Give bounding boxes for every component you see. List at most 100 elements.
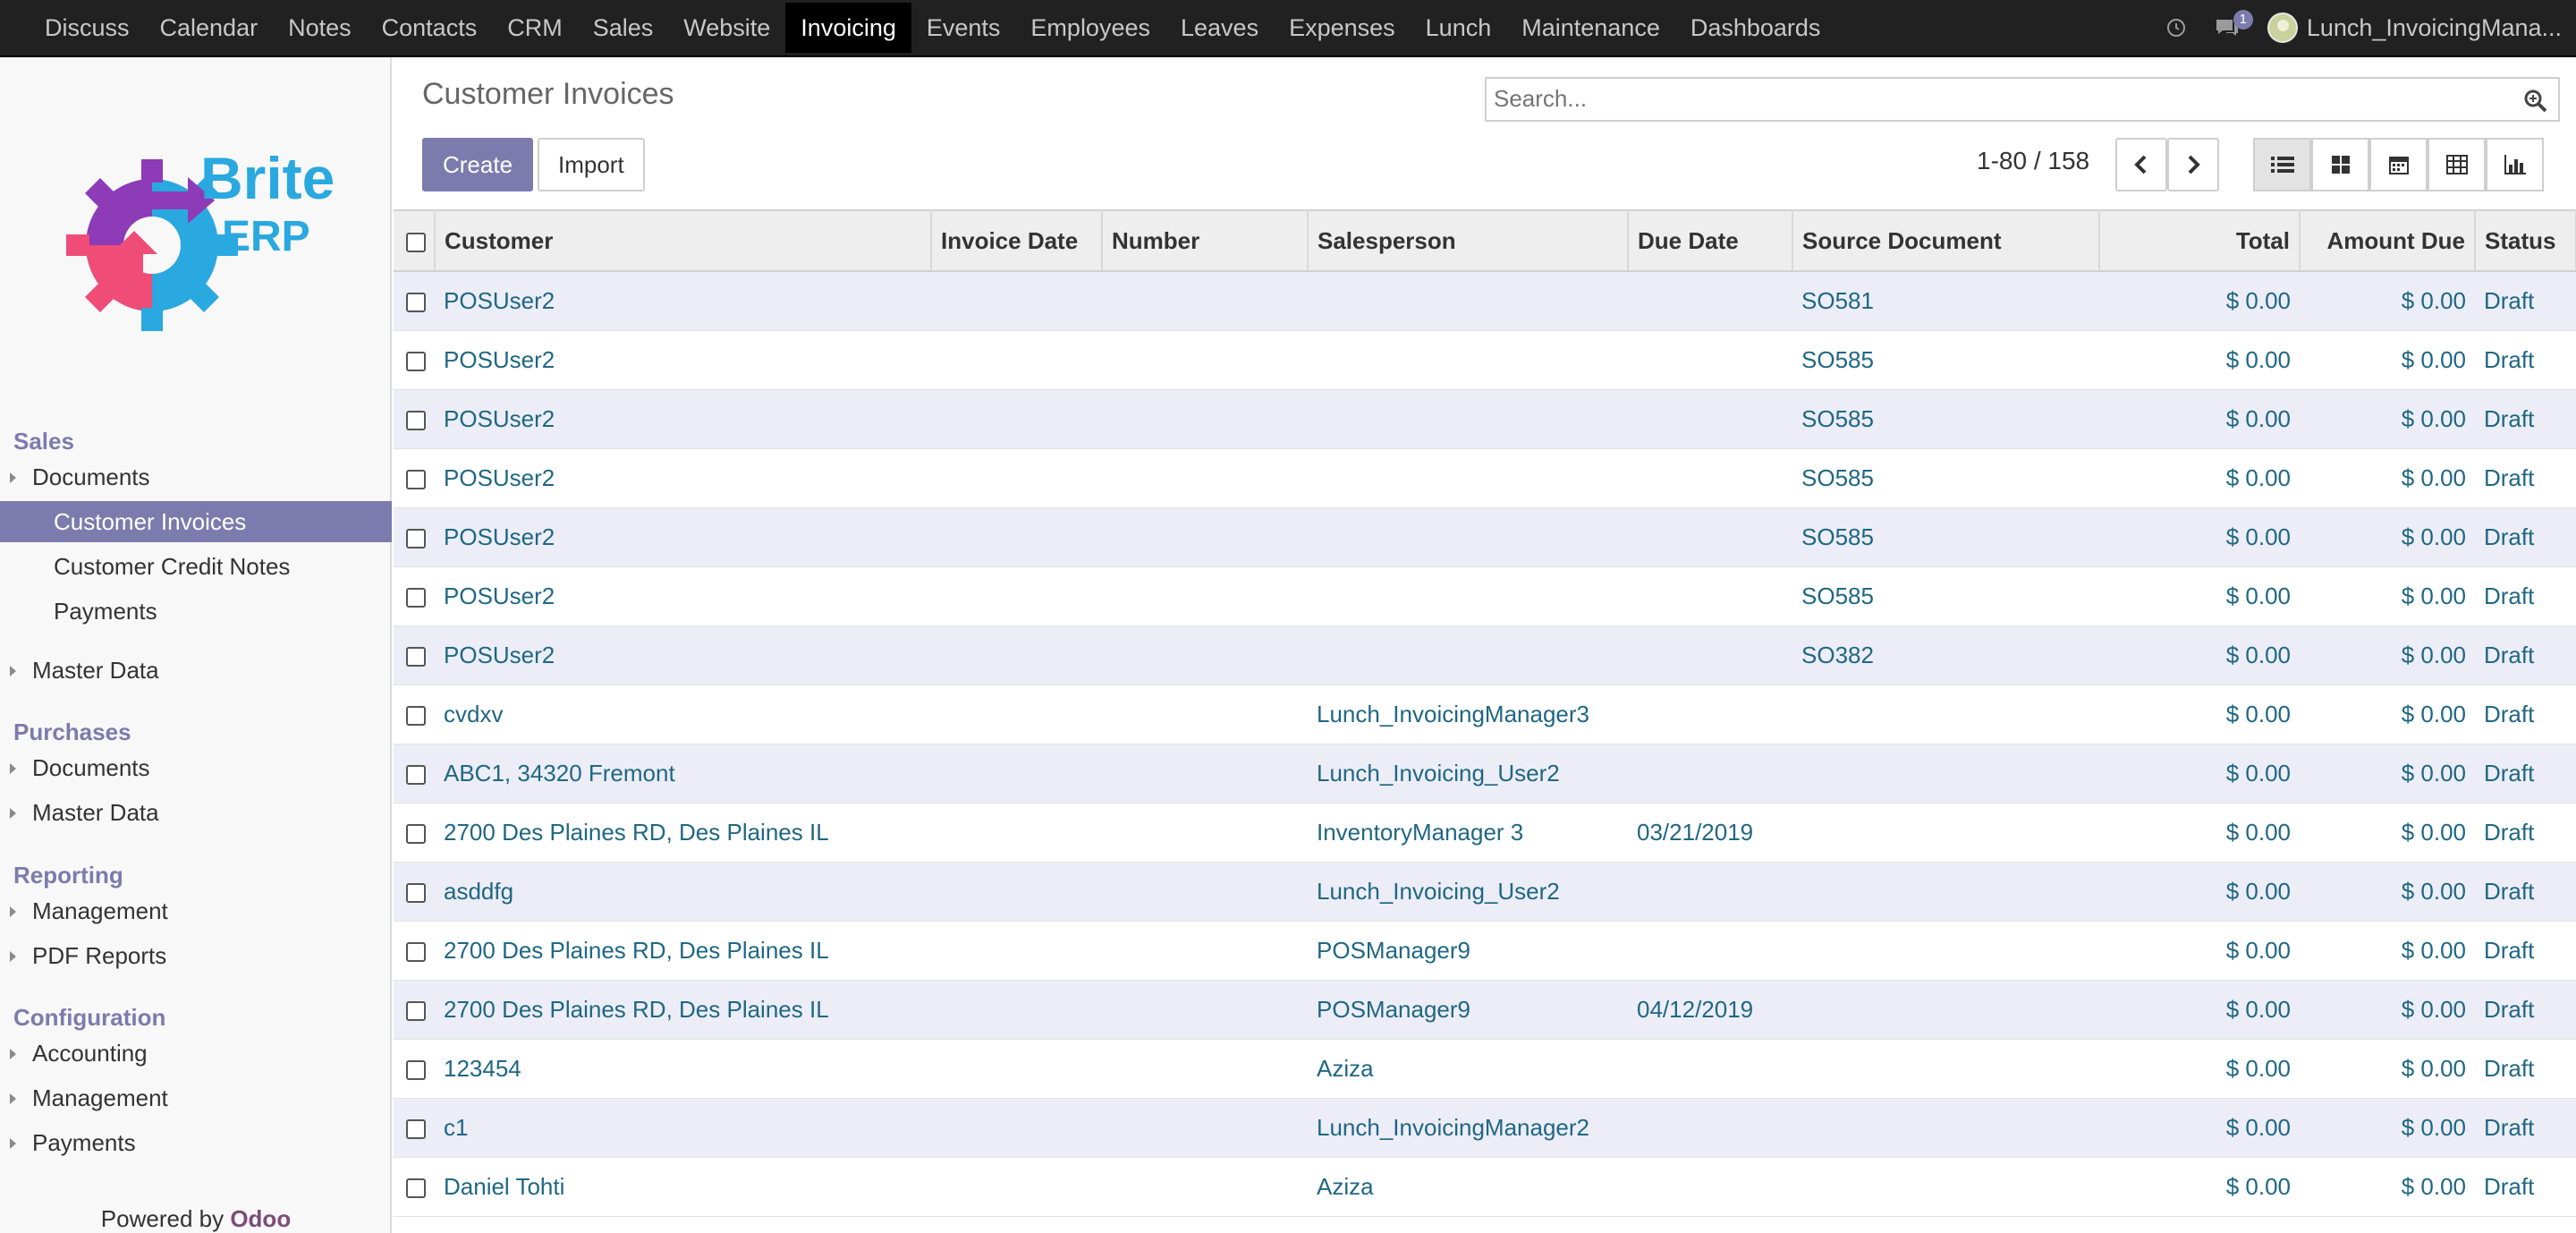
menu-item-events[interactable]: Events — [911, 3, 1016, 53]
sidebar-item-master-data[interactable]: Master Data — [0, 650, 392, 691]
cell-status: Draft — [2475, 330, 2576, 390]
menu-item-leaves[interactable]: Leaves — [1165, 3, 1274, 53]
cell-salesperson: POSManager9 — [1308, 980, 1628, 1040]
column-header-salesperson[interactable]: Salesperson — [1308, 209, 1629, 272]
row-checkbox[interactable] — [406, 882, 426, 903]
pager-value[interactable]: 1-80 / 158 — [1977, 147, 2089, 175]
kanban-view-icon — [2331, 156, 2350, 174]
table-row[interactable]: c1 Lunch_InvoicingManager2 $ 0.00 $ 0.00 Dra… — [394, 1098, 2576, 1158]
table-row[interactable]: cvdxv Lunch_InvoicingManager3 $ 0.00 $ 0.00… — [394, 685, 2576, 744]
menu-item-calendar[interactable]: Calendar — [145, 3, 274, 53]
cell-invoice-date — [931, 1157, 1102, 1217]
table-row[interactable]: POSUser2 SO585 $ 0.00 $ 0.00 Draft — [394, 330, 2576, 390]
pager-previous-button[interactable] — [2115, 138, 2167, 191]
list-view-button[interactable] — [2253, 138, 2311, 191]
menu-item-maintenance[interactable]: Maintenance — [1506, 3, 1675, 53]
row-checkbox[interactable] — [406, 1000, 426, 1021]
cell-invoice-date — [931, 921, 1102, 981]
cell-salesperson: POSManager9 — [1308, 921, 1628, 981]
search-input[interactable] — [1487, 79, 2488, 118]
row-checkbox[interactable] — [406, 1118, 426, 1139]
column-header-source-document[interactable]: Source Document — [1792, 209, 2100, 272]
menu-item-website[interactable]: Website — [668, 3, 785, 53]
sidebar-item-master-data[interactable]: Master Data — [0, 792, 392, 833]
column-header-due-date[interactable]: Due Date — [1628, 209, 1793, 272]
table-row[interactable]: POSUser2 SO585 $ 0.00 $ 0.00 Draft — [394, 448, 2576, 508]
user-menu[interactable]: Lunch_InvoicingMana... — [2267, 13, 2562, 43]
pivot-view-button[interactable] — [2428, 138, 2486, 191]
row-checkbox[interactable] — [406, 469, 426, 489]
table-row[interactable]: 2700 Des Plaines RD, Des Plaines IL Inven… — [394, 803, 2576, 863]
odoo-link[interactable]: Odoo — [230, 1205, 291, 1232]
cell-due-date — [1628, 271, 1792, 331]
menu-item-notes[interactable]: Notes — [273, 3, 367, 53]
menu-item-invoicing[interactable]: Invoicing — [785, 3, 911, 53]
row-checkbox[interactable] — [406, 646, 426, 667]
column-header-total[interactable]: Total — [2099, 209, 2301, 272]
cell-invoice-date — [931, 330, 1102, 390]
row-checkbox[interactable] — [406, 705, 426, 726]
graph-view-button[interactable] — [2486, 138, 2544, 191]
select-all-checkbox[interactable] — [406, 232, 426, 252]
table-row[interactable]: POSUser2 SO585 $ 0.00 $ 0.00 Draft — [394, 507, 2576, 567]
table-row[interactable]: POSUser2 SO382 $ 0.00 $ 0.00 Draft — [394, 625, 2576, 685]
cell-source-document — [1792, 744, 2099, 804]
row-checkbox[interactable] — [406, 1059, 426, 1080]
cell-source-document — [1792, 1157, 2099, 1217]
row-checkbox[interactable] — [406, 1178, 426, 1198]
row-checkbox[interactable] — [406, 764, 426, 785]
sidebar-item-management[interactable]: Management — [0, 890, 392, 931]
search-icon[interactable] — [2522, 88, 2549, 119]
column-header-customer[interactable]: Customer — [435, 209, 932, 272]
sidebar-item-documents[interactable]: Documents — [0, 456, 392, 497]
sidebar-item-accounting[interactable]: Accounting — [0, 1033, 392, 1074]
row-checkbox[interactable] — [406, 528, 426, 548]
row-checkbox[interactable] — [406, 351, 426, 371]
cell-total: $ 0.00 — [2099, 507, 2300, 567]
create-button[interactable]: Create — [422, 138, 534, 191]
column-header-invoice-date[interactable]: Invoice Date — [931, 209, 1103, 272]
menu-item-crm[interactable]: CRM — [492, 3, 578, 53]
table-row[interactable]: POSUser2 SO585 $ 0.00 $ 0.00 Draft — [394, 389, 2576, 449]
cell-status: Draft — [2475, 1039, 2576, 1099]
pager-next-button[interactable] — [2167, 138, 2219, 191]
menu-item-expenses[interactable]: Expenses — [1274, 3, 1411, 53]
table-row[interactable]: POSUser2 SO585 $ 0.00 $ 0.00 Draft — [394, 566, 2576, 626]
table-row[interactable]: Daniel Tohti Aziza $ 0.00 $ 0.00 Draft — [394, 1157, 2576, 1217]
menu-item-contacts[interactable]: Contacts — [367, 3, 493, 53]
import-button[interactable]: Import — [538, 138, 645, 191]
table-row[interactable]: POSUser2 SO581 $ 0.00 $ 0.00 Draft — [394, 271, 2576, 331]
sidebar-item-customer-credit-notes[interactable]: Customer Credit Notes — [0, 546, 392, 587]
cell-customer: POSUser2 — [435, 625, 931, 685]
kanban-view-button[interactable] — [2311, 138, 2369, 191]
menu-item-dashboards[interactable]: Dashboards — [1675, 3, 1836, 53]
row-checkbox[interactable] — [406, 941, 426, 962]
sidebar-item-customer-invoices[interactable]: Customer Invoices — [0, 501, 392, 542]
menu-item-discuss[interactable]: Discuss — [30, 3, 145, 53]
cell-amount-due: $ 0.00 — [2300, 921, 2475, 981]
column-header-number[interactable]: Number — [1102, 209, 1309, 272]
sidebar-item-management[interactable]: Management — [0, 1077, 392, 1118]
table-row[interactable]: ABC1, 34320 Fremont Lunch_Invoicing_User2… — [394, 744, 2576, 804]
calendar-view-button[interactable] — [2369, 138, 2428, 191]
column-header-status[interactable]: Status — [2475, 209, 2576, 272]
row-checkbox[interactable] — [406, 587, 426, 608]
sidebar-item-payments[interactable]: Payments — [0, 1122, 392, 1163]
table-row[interactable]: 123454 Aziza $ 0.00 $ 0.00 Draft — [394, 1039, 2576, 1099]
row-checkbox[interactable] — [406, 292, 426, 312]
column-header-amount-due[interactable]: Amount Due — [2300, 209, 2476, 272]
sidebar-item-documents[interactable]: Documents — [0, 747, 392, 788]
clock-icon[interactable] — [2165, 17, 2187, 38]
sidebar-item-pdf-reports[interactable]: PDF Reports — [0, 935, 392, 976]
menu-item-sales[interactable]: Sales — [578, 3, 669, 53]
table-row[interactable]: 2700 Des Plaines RD, Des Plaines IL POSMa… — [394, 980, 2576, 1040]
table-row[interactable]: asddfg Lunch_Invoicing_User2 $ 0.00 $ 0.00 D… — [394, 862, 2576, 922]
menu-item-lunch[interactable]: Lunch — [1411, 3, 1507, 53]
cell-amount-due: $ 0.00 — [2300, 744, 2475, 804]
table-row[interactable]: 2700 Des Plaines RD, Des Plaines IL POSMa… — [394, 921, 2576, 981]
chat-icon[interactable]: 1 — [2214, 10, 2253, 38]
menu-item-employees[interactable]: Employees — [1015, 3, 1165, 53]
sidebar-item-payments[interactable]: Payments — [0, 591, 392, 632]
row-checkbox[interactable] — [406, 823, 426, 844]
row-checkbox[interactable] — [406, 410, 426, 430]
